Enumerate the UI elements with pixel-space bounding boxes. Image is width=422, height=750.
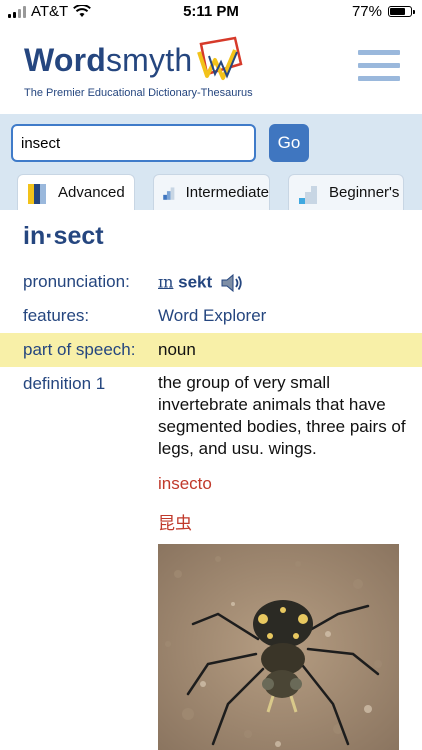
headword: in·sect [23,222,104,250]
tab-beginners-label: Beginner's [329,184,400,201]
word-explorer-link[interactable]: Word Explorer [158,306,266,326]
tagline: The Premier Educational Dictionary-Thesa… [24,87,253,99]
intermediate-level-icon [163,186,175,200]
tiger-beetle-image [158,544,399,750]
beginner-level-icon [299,185,317,204]
advanced-level-icon [28,183,46,204]
speaker-icon[interactable] [220,272,244,294]
hamburger-menu-icon[interactable] [358,50,400,84]
pronunciation-label: pronunciation: [23,272,130,291]
search-bar: Go Advanced Intermediate Begin [0,114,422,210]
pronunciation-stressed: ɪn [158,272,174,292]
wordsmyth-logo[interactable]: Wordsmyth [24,42,192,79]
go-button[interactable]: Go [269,124,309,162]
pronunciation-row: pronunciation: ɪn sekt [0,272,422,302]
tab-intermediate-label: Intermediate [185,184,269,201]
battery-icon [388,6,415,17]
features-row: features: Word Explorer [0,306,422,336]
part-of-speech-value: noun [158,340,196,359]
part-of-speech-row: part of speech: noun [0,333,422,367]
status-right: 77% [351,3,415,20]
pronunciation-value[interactable]: ɪn sekt [158,272,244,294]
search-input[interactable] [11,124,256,162]
logo-smyth: smyth [105,42,193,78]
logo-word: Word [24,42,106,78]
definition-label: definition 1 [23,374,106,393]
definition-text: the group of very small invertebrate ani… [158,373,406,458]
features-label: features: [23,306,90,325]
logo-w-mark-icon [197,36,243,80]
pronunciation-rest: sekt [173,272,213,292]
tab-intermediate[interactable]: Intermediate [153,174,270,210]
part-of-speech-label: part of speech: [23,340,136,359]
level-tabs: Advanced Intermediate Beginner's [0,174,422,210]
battery-percent: 77% [351,3,382,20]
translation-spanish: insecto [158,474,212,493]
insect-photo [158,544,399,750]
app-header: Wordsmyth The Premier Educational Dictio… [0,26,422,114]
tab-advanced[interactable]: Advanced [17,174,135,210]
tab-beginners[interactable]: Beginner's [288,174,404,210]
translation-chinese: 昆虫 [158,514,192,534]
tab-advanced-label: Advanced [58,184,125,201]
entry-content: in·sect pronunciation: ɪn sekt features:… [0,210,422,750]
status-bar: AT&T 5:11 PM 77% [0,0,422,26]
